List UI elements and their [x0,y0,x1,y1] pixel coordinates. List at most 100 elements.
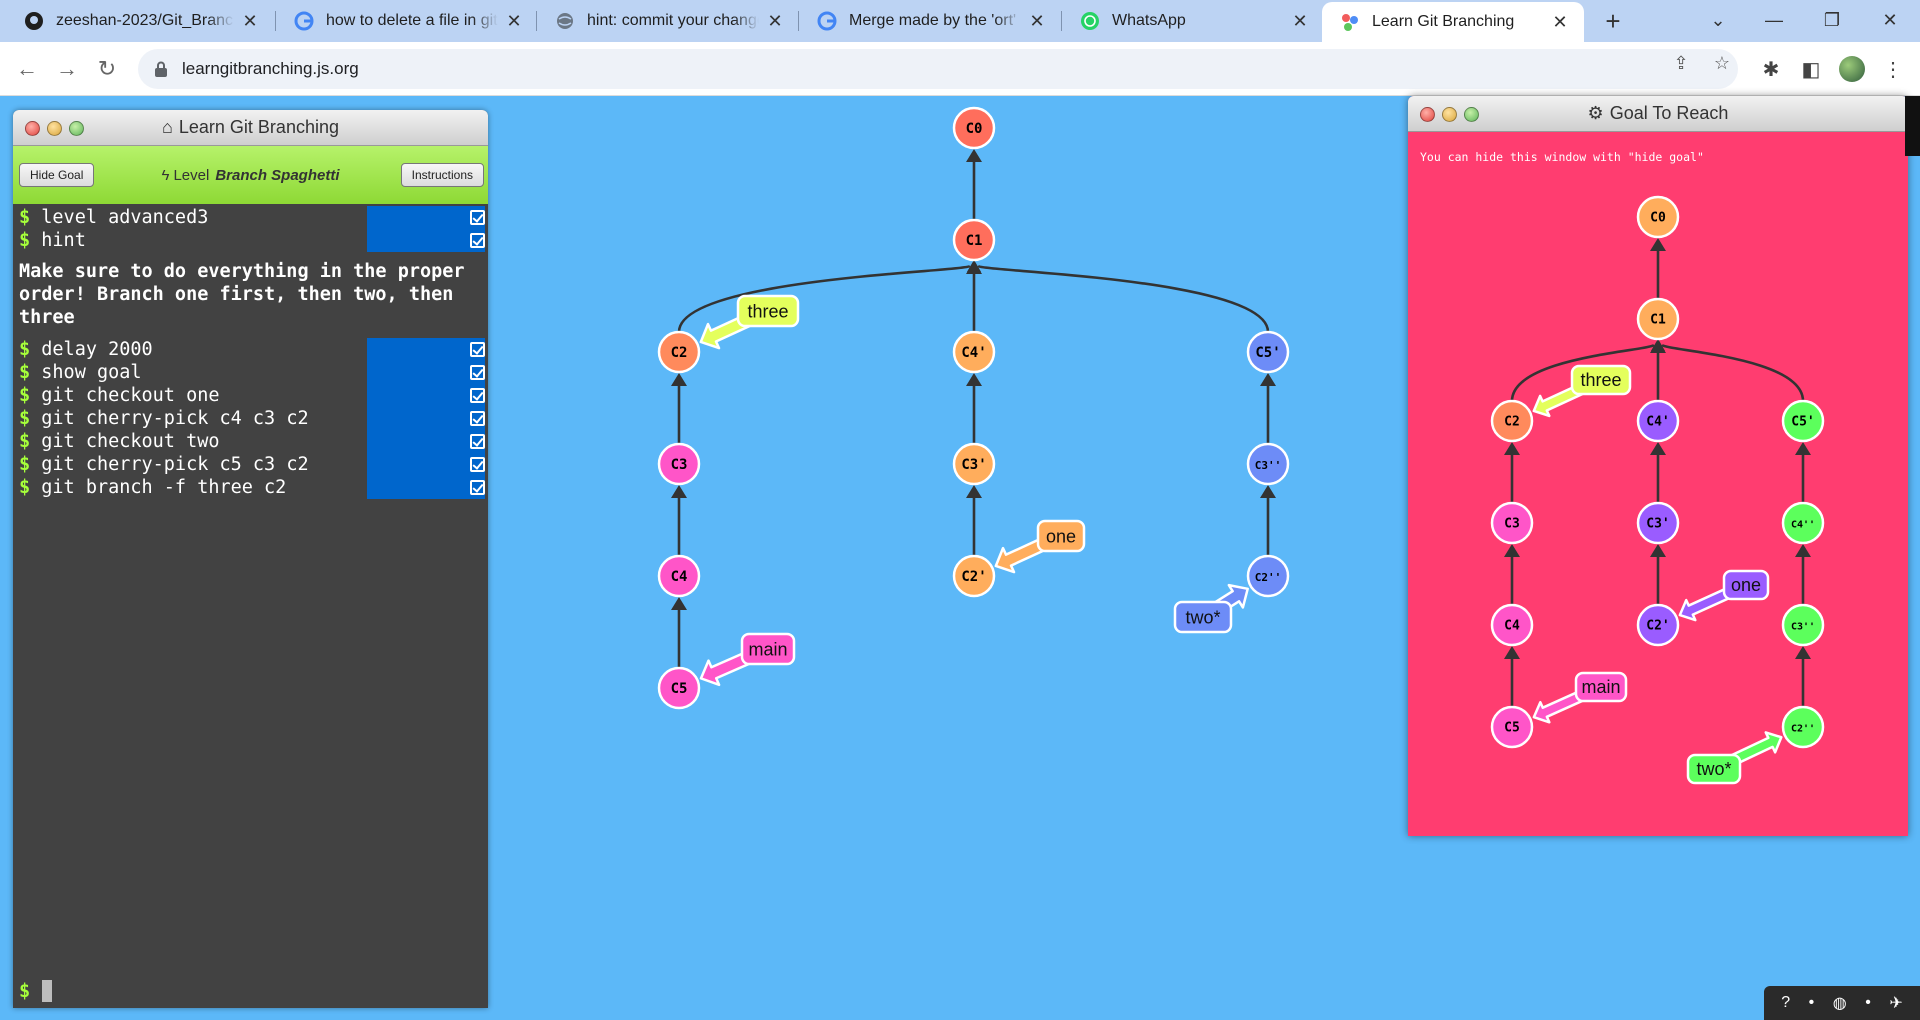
commit-node-c5[interactable]: C5 [1490,705,1534,749]
terminal-title-bar[interactable]: ⌂ Learn Git Branching [13,110,488,146]
back-icon[interactable]: ← [12,54,42,84]
edge-arrowhead [966,485,982,498]
instructions-button[interactable]: Instructions [400,163,484,187]
extensions-icon[interactable]: ✱ [1758,56,1784,82]
browser-tab-whatsapp[interactable]: WhatsApp ✕ [1062,0,1324,42]
browser-tab-google-merge[interactable]: Merge made by the 'ort' st ✕ [799,0,1061,42]
commit-node-c3-dprime[interactable]: C3'' [1781,603,1825,647]
tab-search-icon[interactable]: ⌄ [1694,0,1742,40]
forward-icon[interactable]: → [52,54,82,84]
close-tab-icon[interactable]: ✕ [765,11,785,31]
edge-arrowhead [1795,544,1811,557]
commit-node-c3-prime[interactable]: C3' [952,442,996,486]
goal-window: ⚙ Goal To Reach You can hide this window… [1408,96,1908,836]
close-tab-icon[interactable]: ✕ [1027,11,1047,31]
prompt-symbol: $ [19,339,31,360]
edge-arrowhead [966,373,982,386]
command-input[interactable]: $ [19,978,53,1004]
svg-text:C3: C3 [1504,517,1520,532]
close-window-button[interactable]: ✕ [1866,0,1914,40]
commit-node-c2-prime[interactable]: C2' [952,554,996,598]
svg-text:C5: C5 [671,681,688,697]
branch-label-two[interactable]: two* [1173,583,1249,634]
address-bar[interactable]: learngitbranching.js.org [138,49,1738,89]
commit-node-c3-prime[interactable]: C3' [1636,501,1680,545]
browser-menu-icon[interactable]: ⋮ [1880,56,1906,82]
commit-node-c5-prime[interactable]: C5' [1246,330,1290,374]
browser-tab-hint[interactable]: hint: commit your changes ✕ [537,0,799,42]
edge-arrowhead [671,485,687,498]
help-icon[interactable]: ? [1781,994,1790,1012]
hide-goal-button[interactable]: Hide Goal [19,163,95,187]
minimize-button[interactable]: — [1750,0,1798,40]
svg-text:C4'': C4'' [1791,520,1815,531]
commit-node-c2[interactable]: C2 [657,330,701,374]
svg-text:C3'': C3'' [1255,459,1282,472]
commit-node-c2-dprime[interactable]: C2'' [1246,554,1290,598]
browser-tab-google-delete[interactable]: how to delete a file in git r ✕ [276,0,538,42]
browser-tab-learn-git-branching[interactable]: Learn Git Branching ✕ [1322,2,1584,42]
maximize-dot-icon[interactable] [69,121,84,136]
svg-text:C2': C2' [1646,619,1669,634]
close-tab-icon[interactable]: ✕ [240,11,260,31]
close-tab-icon[interactable]: ✕ [1290,11,1310,31]
svg-text:two*: two* [1696,759,1731,779]
commit-node-c3[interactable]: C3 [1490,501,1534,545]
commit-node-c0[interactable]: C0 [952,106,996,150]
commit-node-c3[interactable]: C3 [657,442,701,486]
commit-node-c0[interactable]: C0 [1636,195,1680,239]
commit-node-c1[interactable]: C1 [1636,297,1680,341]
tab-title: Learn Git Branching [1372,13,1515,30]
command-history-item: $ git checkout two [19,430,488,453]
commit-node-c5[interactable]: C5 [657,666,701,710]
commit-node-c2-prime[interactable]: C2' [1636,603,1680,647]
goal-tree-graph: C0 C1 C2 C3 C4 C5 C4' C3' C2' C5' C4'' C3'' C2'' thre… [1490,195,1825,785]
new-tab-button[interactable]: + [1598,6,1628,36]
url-text: learngitbranching.js.org [182,59,359,78]
restore-button[interactable]: ❐ [1808,0,1856,40]
profile-avatar[interactable] [1839,56,1865,82]
close-tab-icon[interactable]: ✕ [1550,12,1570,32]
commit-node-c4[interactable]: C4 [1490,603,1534,647]
command-history-item: $ level advanced3 [19,206,488,229]
branch-label-three[interactable]: three [699,294,800,350]
window-edge [1905,96,1920,156]
reload-icon[interactable]: ↻ [92,54,122,84]
branch-label-main[interactable]: main [1532,671,1628,724]
commit-node-c4[interactable]: C4 [657,554,701,598]
svg-text:C3': C3' [961,457,986,473]
svg-text:C1: C1 [966,233,983,249]
branch-label-one[interactable]: one [994,519,1086,574]
close-tab-icon[interactable]: ✕ [504,11,524,31]
branch-label-three[interactable]: three [1532,364,1632,418]
bookmark-star-icon[interactable]: ☆ [1711,52,1733,74]
command-text: hint [41,230,86,251]
command-history-item: $ git cherry-pick c4 c3 c2 [19,407,488,430]
share-icon[interactable]: ⇪ [1670,52,1692,74]
close-dot-icon[interactable] [25,121,40,136]
commit-node-c5-prime[interactable]: C5' [1781,399,1825,443]
commit-node-c2[interactable]: C2 [1490,399,1534,443]
globe-icon[interactable]: ◍ [1833,993,1847,1013]
svg-text:C0: C0 [1650,211,1666,226]
commit-node-c2-dprime[interactable]: C2'' [1781,705,1825,749]
edge-arrowhead [1795,646,1811,659]
browser-tab-strip: zeeshan-2023/Git_Branching ✕ how to dele… [0,0,1920,42]
terminal-title: Learn Git Branching [178,117,339,137]
commit-node-c1[interactable]: C1 [952,218,996,262]
branch-label-one[interactable]: one [1678,569,1770,622]
commit-node-c4-prime[interactable]: C4' [952,330,996,374]
commit-node-c3-dprime[interactable]: C3'' [1246,442,1290,486]
svg-text:C4: C4 [1504,619,1520,634]
checkbox-checked-icon [470,210,485,225]
edge-arrowhead [1504,442,1520,455]
minimize-dot-icon[interactable] [47,121,62,136]
twitter-icon[interactable]: ✈ [1889,993,1902,1013]
browser-tab-github[interactable]: zeeshan-2023/Git_Branching ✕ [6,0,274,42]
branch-label-two[interactable]: two* [1686,731,1783,785]
commit-node-c4-dprime[interactable]: C4'' [1781,501,1825,545]
google-icon [817,11,837,31]
side-panel-icon[interactable]: ◧ [1798,56,1824,82]
branch-label-main[interactable]: main [699,632,796,687]
commit-node-c4-prime[interactable]: C4' [1636,399,1680,443]
